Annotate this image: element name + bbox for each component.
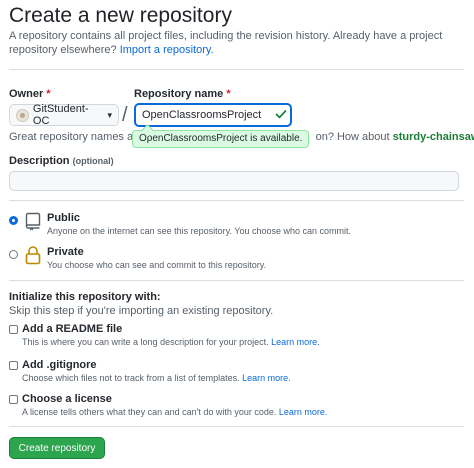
description-divider	[9, 200, 464, 201]
hint-suffix: on? How about	[315, 131, 390, 143]
readme-checkbox[interactable]	[9, 325, 18, 334]
license-title: Choose a license	[22, 393, 112, 405]
chevron-down-icon: ▾	[107, 109, 112, 120]
header-divider	[9, 69, 464, 70]
owner-label: Owner *	[9, 88, 51, 100]
private-radio[interactable]	[9, 250, 18, 259]
repo-name-label-text: Repository name	[134, 88, 224, 100]
check-icon	[275, 110, 287, 119]
repo-name-suggestion[interactable]: sturdy-chainsaw	[393, 131, 474, 143]
owner-value: GitStudent-OC	[32, 103, 89, 127]
license-checkbox[interactable]	[9, 395, 18, 404]
import-repository-link[interactable]: Import a repository.	[120, 44, 214, 56]
gitignore-title: Add .gitignore	[22, 359, 97, 371]
readme-title: Add a README file	[22, 323, 123, 335]
public-option-desc: Anyone on the internet can see this repo…	[47, 226, 352, 236]
owner-label-text: Owner	[9, 88, 44, 100]
repo-name-label: Repository name *	[134, 88, 231, 100]
owner-select-button[interactable]: GitStudent-OC ▾	[9, 103, 119, 127]
initialize-title: Initialize this repository with:	[9, 291, 161, 303]
private-option-desc: You choose who can see and commit to thi…	[47, 260, 267, 270]
gitignore-desc-text: Choose which files not to track from a l…	[22, 373, 240, 383]
description-label: Description (optional)	[9, 155, 114, 167]
gitignore-learn-more-link[interactable]: Learn more.	[242, 373, 291, 383]
public-radio[interactable]	[9, 216, 18, 225]
description-optional: (optional)	[72, 156, 114, 166]
license-desc-text: A license tells others what they can and…	[22, 407, 277, 417]
description-label-text: Description	[9, 155, 70, 167]
repo-public-icon	[25, 212, 41, 231]
initialize-divider	[9, 426, 464, 427]
page-title: Create a new repository	[9, 4, 232, 27]
readme-desc-text: This is where you can write a long descr…	[22, 337, 269, 347]
gitignore-checkbox[interactable]	[9, 361, 18, 370]
license-desc: A license tells others what they can and…	[22, 407, 327, 417]
public-option-title: Public	[47, 212, 81, 224]
description-input[interactable]	[9, 171, 459, 191]
owner-required-mark: *	[46, 88, 51, 100]
gitignore-desc: Choose which files not to track from a l…	[22, 373, 291, 383]
readme-learn-more-link[interactable]: Learn more.	[271, 337, 320, 347]
repo-name-input[interactable]	[134, 103, 292, 127]
subtitle-text: A repository contains all project files,…	[9, 30, 443, 56]
avatar	[16, 108, 29, 122]
readme-desc: This is where you can write a long descr…	[22, 337, 320, 347]
lock-icon	[25, 246, 41, 265]
initialize-subtitle: Skip this step if you're importing an ex…	[9, 305, 274, 317]
page-subtitle: A repository contains all project files,…	[9, 29, 464, 57]
owner-repo-separator: /	[122, 104, 128, 126]
license-learn-more-link[interactable]: Learn more.	[279, 407, 328, 417]
private-option-title: Private	[47, 246, 84, 258]
repo-name-required-mark: *	[226, 88, 231, 100]
visibility-divider	[9, 280, 464, 281]
availability-tooltip: OpenClassroomsProject is available.	[132, 130, 310, 148]
create-repository-button[interactable]: Create repository	[9, 437, 105, 459]
